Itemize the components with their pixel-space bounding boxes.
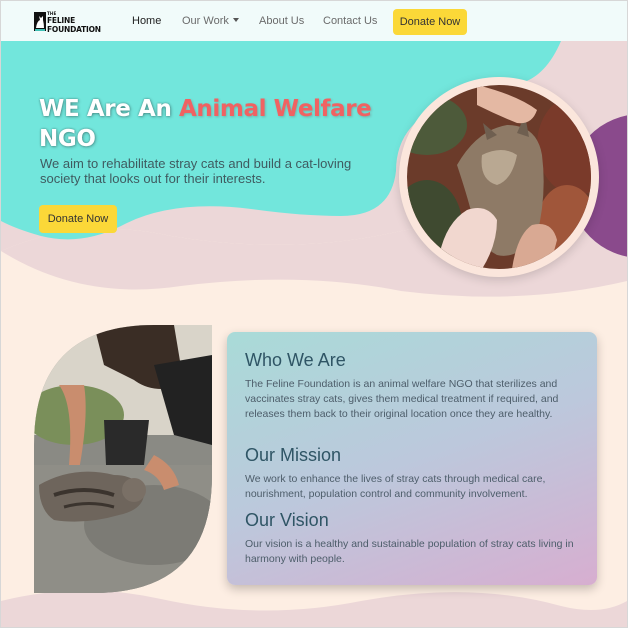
nav-about-us[interactable]: About Us xyxy=(259,15,304,27)
cat-logo-icon xyxy=(34,12,46,31)
hero-subtitle: We aim to rehabilitate stray cats and bu… xyxy=(40,156,352,186)
page: THE FELINE FOUNDATION Home Our Work Abou… xyxy=(0,0,628,628)
hero-title: WE Are An Animal Welfare NGO xyxy=(39,94,399,154)
our-mission-heading: Our Mission xyxy=(245,445,342,465)
hero-title-plain: WE Are An xyxy=(39,96,180,122)
hero-title-end: NGO xyxy=(39,126,96,152)
cat-ground-photo xyxy=(34,325,212,593)
nav-home[interactable]: Home xyxy=(132,15,161,27)
who-we-are-heading: Who We Are xyxy=(245,350,346,370)
our-vision-text: Our vision is a healthy and sustainable … xyxy=(245,538,574,565)
our-mission-text: We work to enhance the lives of stray ca… xyxy=(245,473,546,500)
logo-line-1: FELINE xyxy=(47,16,76,25)
navbar: THE FELINE FOUNDATION Home Our Work Abou… xyxy=(1,1,627,41)
cat-being-petted-image xyxy=(407,85,591,269)
nav-donate-button[interactable]: Donate Now xyxy=(393,9,467,35)
logo-line-2: FOUNDATION xyxy=(47,24,101,34)
about-card: Who We Are The Feline Foundation is an a… xyxy=(227,332,597,585)
nav-our-work-label: Our Work xyxy=(182,15,229,27)
nav-contact-us[interactable]: Contact Us xyxy=(323,15,377,27)
our-vision-heading: Our Vision xyxy=(245,510,329,530)
who-we-are-text: The Feline Foundation is an animal welfa… xyxy=(245,378,559,420)
hero-cat-photo xyxy=(407,85,591,269)
hero-donate-button[interactable]: Donate Now xyxy=(39,205,117,233)
hero-title-accent: Animal Welfare xyxy=(179,96,372,122)
chevron-down-icon xyxy=(232,18,239,22)
logo[interactable]: THE FELINE FOUNDATION xyxy=(34,11,114,33)
nav-our-work[interactable]: Our Work xyxy=(182,15,239,27)
